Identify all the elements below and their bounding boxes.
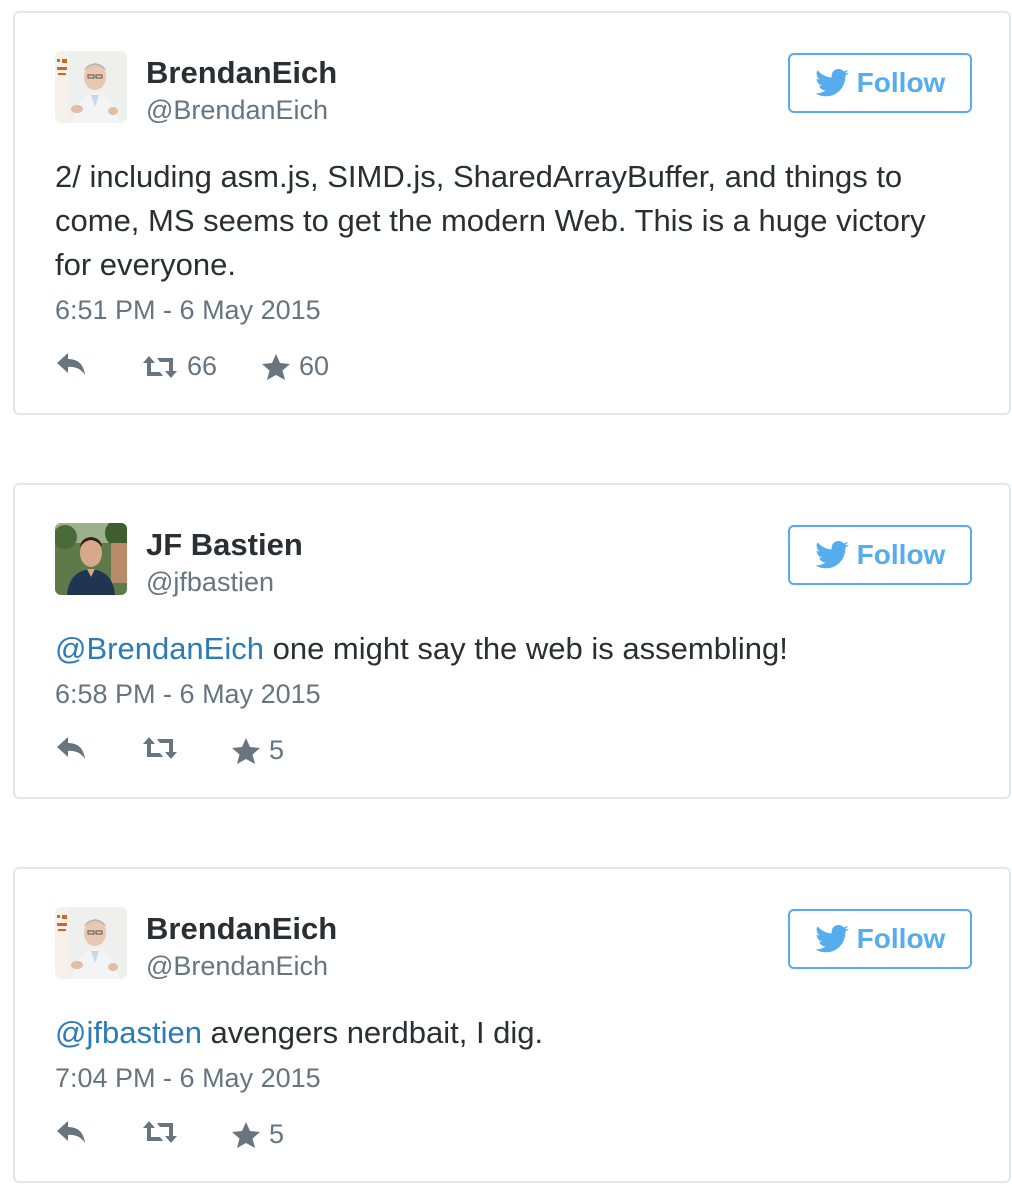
retweet-button[interactable] xyxy=(141,735,187,761)
follow-label: Follow xyxy=(856,923,946,954)
retweet-icon xyxy=(141,1119,179,1145)
favorite-button[interactable]: 60 xyxy=(261,351,329,382)
favorite-button[interactable]: 5 xyxy=(231,735,284,766)
favorite-count: 5 xyxy=(269,735,285,765)
follow-button[interactable]: Follow xyxy=(788,525,972,585)
user-name[interactable]: JF Bastien xyxy=(146,527,303,563)
user-name[interactable]: BrendanEich xyxy=(146,55,337,91)
tweet-timestamp[interactable]: 7:04 PM - 6 May 2015 xyxy=(55,1063,321,1094)
tweet-card: BrendanEich @BrendanEich Follow 2/ inclu… xyxy=(13,11,1011,415)
tweet-text: @BrendanEich one might say the web is as… xyxy=(55,627,969,671)
retweet-button[interactable]: 66 xyxy=(141,351,217,382)
user-handle[interactable]: @jfbastien xyxy=(146,567,274,598)
tweet-card: BrendanEich @BrendanEich Follow @jfbasti… xyxy=(13,867,1011,1183)
tweet-text: 2/ including asm.js, SIMD.js, SharedArra… xyxy=(55,159,926,282)
follow-label: Follow xyxy=(856,539,946,570)
favorite-count: 60 xyxy=(299,351,330,381)
tweet-body: one might say the web is assembling! xyxy=(263,631,788,666)
tweet-text: @jfbastien avengers nerdbait, I dig. xyxy=(55,1011,969,1055)
reply-icon xyxy=(55,735,87,761)
twitter-bird-icon xyxy=(814,925,849,953)
user-name[interactable]: BrendanEich xyxy=(146,911,337,947)
retweet-button[interactable] xyxy=(141,1119,187,1145)
avatar[interactable] xyxy=(55,523,127,595)
star-icon xyxy=(231,1121,261,1149)
retweet-icon xyxy=(141,735,179,761)
mention-link[interactable]: @BrendanEich xyxy=(55,631,264,666)
retweet-icon xyxy=(141,354,179,380)
star-icon xyxy=(261,353,291,381)
favorite-button[interactable]: 5 xyxy=(231,1119,284,1150)
reply-button[interactable] xyxy=(55,351,87,377)
tweet-timestamp[interactable]: 6:58 PM - 6 May 2015 xyxy=(55,679,321,710)
reply-icon xyxy=(55,351,87,377)
star-icon xyxy=(231,737,261,765)
user-handle[interactable]: @BrendanEich xyxy=(146,951,328,982)
avatar[interactable] xyxy=(55,51,127,123)
tweet-body: avengers nerdbait, I dig. xyxy=(201,1015,544,1050)
mention-link[interactable]: @jfbastien xyxy=(55,1015,202,1050)
follow-label: Follow xyxy=(856,67,946,98)
reply-icon xyxy=(55,1119,87,1145)
favorite-count: 5 xyxy=(269,1119,285,1149)
follow-button[interactable]: Follow xyxy=(788,909,972,969)
avatar[interactable] xyxy=(55,907,127,979)
reply-button[interactable] xyxy=(55,735,87,761)
tweet-timestamp[interactable]: 6:51 PM - 6 May 2015 xyxy=(55,295,321,326)
twitter-bird-icon xyxy=(814,541,849,569)
follow-button[interactable]: Follow xyxy=(788,53,972,113)
tweet-card: JF Bastien @jfbastien Follow @BrendanEic… xyxy=(13,483,1011,799)
reply-button[interactable] xyxy=(55,1119,87,1145)
twitter-bird-icon xyxy=(814,69,849,97)
retweet-count: 66 xyxy=(187,351,218,381)
user-handle[interactable]: @BrendanEich xyxy=(146,95,328,126)
